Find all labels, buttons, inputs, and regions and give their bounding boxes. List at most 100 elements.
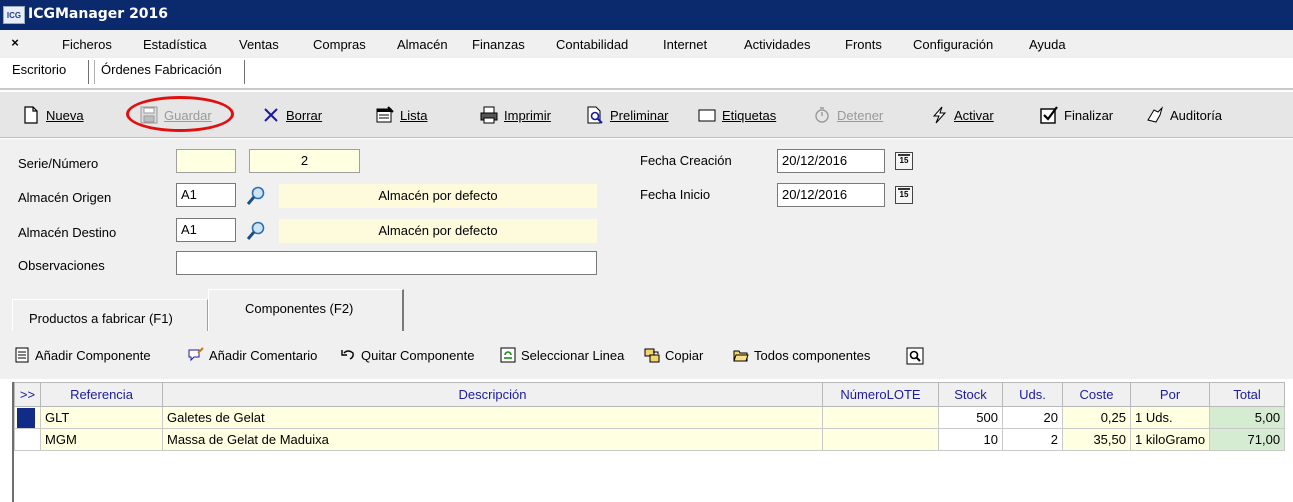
close-icon[interactable]: × xyxy=(8,36,22,50)
menu-actividades[interactable]: Actividades xyxy=(744,37,810,52)
new-document-icon xyxy=(22,106,40,124)
tab-ordenes-fabricacion[interactable]: Órdenes Fabricación xyxy=(101,62,222,77)
add-component-icon xyxy=(14,347,30,363)
undo-arrow-icon xyxy=(340,347,356,363)
column-header-por[interactable]: Por xyxy=(1129,382,1211,407)
menu-almacen[interactable]: Almacén xyxy=(397,37,448,52)
quitar-componente-label: Quitar Componente xyxy=(361,347,475,363)
components-toolbar: Añadir Componente Añadir Comentario Quit… xyxy=(0,331,1293,379)
stopwatch-icon xyxy=(813,106,831,124)
fecha-inicio-input[interactable]: 20/12/2016 xyxy=(777,183,885,207)
quitar-componente-button[interactable]: Quitar Componente xyxy=(340,347,474,363)
finalizar-button[interactable]: Finalizar xyxy=(1040,104,1113,126)
cell-referencia[interactable]: GLT xyxy=(40,406,163,429)
cell-uds[interactable]: 20 xyxy=(1002,406,1063,429)
menu-finanzas[interactable]: Finanzas xyxy=(472,37,525,52)
menu-fronts[interactable]: Fronts xyxy=(845,37,882,52)
observaciones-input[interactable] xyxy=(176,251,597,275)
anadir-componente-label: Añadir Componente xyxy=(35,347,151,363)
lista-button[interactable]: Lista xyxy=(376,104,427,126)
tab-componentes[interactable]: Componentes (F2) xyxy=(208,289,404,331)
cell-stock[interactable]: 500 xyxy=(938,406,1003,429)
menu-ficheros[interactable]: Ficheros xyxy=(62,37,112,52)
seleccionar-linea-button[interactable]: Seleccionar Linea xyxy=(500,347,624,363)
anadir-comentario-button[interactable]: Añadir Comentario xyxy=(188,347,317,363)
column-header-total[interactable]: Total xyxy=(1209,382,1286,407)
auditoria-button[interactable]: Auditoría xyxy=(1146,104,1222,126)
menu-compras[interactable]: Compras xyxy=(313,37,366,52)
imprimir-label: Imprimir xyxy=(504,107,551,123)
cell-total[interactable]: 71,00 xyxy=(1209,428,1286,451)
copiar-button[interactable]: Copiar xyxy=(644,347,703,363)
column-header-uds[interactable]: Uds. xyxy=(1002,382,1063,407)
numero-input[interactable]: 2 xyxy=(249,149,360,173)
nueva-button[interactable]: Nueva xyxy=(22,104,84,126)
cell-descripcion[interactable]: Galetes de Gelat xyxy=(162,406,823,429)
borrar-label: Borrar xyxy=(286,107,323,123)
tab-productos-label: Productos a fabricar (F1) xyxy=(29,311,173,326)
preliminar-button[interactable]: Preliminar xyxy=(586,104,669,126)
table-row[interactable]: MGM Massa de Gelat de Maduixa 10 2 35,50… xyxy=(14,428,1286,451)
detener-label: Detener xyxy=(837,107,884,123)
cell-por[interactable]: 1 kiloGramo xyxy=(1129,428,1211,451)
cell-uds[interactable]: 2 xyxy=(1002,428,1063,451)
comment-icon xyxy=(188,347,204,363)
row-selector[interactable] xyxy=(14,406,41,429)
column-header-referencia[interactable]: Referencia xyxy=(40,382,163,407)
borrar-button[interactable]: Borrar xyxy=(262,104,322,126)
cell-referencia[interactable]: MGM xyxy=(40,428,163,451)
almacen-destino-code-input[interactable]: A1 xyxy=(176,218,236,242)
cell-numero-lote[interactable] xyxy=(822,428,939,451)
detener-button[interactable]: Detener xyxy=(813,104,883,126)
todos-componentes-button[interactable]: Todos componentes xyxy=(733,347,870,363)
search-component-button[interactable] xyxy=(906,347,924,365)
anadir-componente-button[interactable]: Añadir Componente xyxy=(14,347,151,363)
almacen-origen-code-input[interactable]: A1 xyxy=(176,183,236,207)
cell-total[interactable]: 5,00 xyxy=(1209,406,1286,429)
magnifier-icon xyxy=(906,347,924,365)
almacen-destino-description: Almacén por defecto xyxy=(279,219,597,243)
tab-separator xyxy=(88,60,89,84)
lista-label: Lista xyxy=(400,107,428,123)
search-icon[interactable] xyxy=(245,185,267,207)
menu-ayuda[interactable]: Ayuda xyxy=(1029,37,1066,52)
cell-stock[interactable]: 10 xyxy=(938,428,1003,451)
row-selector[interactable] xyxy=(14,428,41,451)
column-header-selector[interactable]: >> xyxy=(14,382,41,407)
almacen-origen-label: Almacén Origen xyxy=(18,190,112,205)
cell-coste[interactable]: 35,50 xyxy=(1062,428,1131,451)
menu-configuracion[interactable]: Configuración xyxy=(913,37,993,52)
menu-ventas[interactable]: Ventas xyxy=(239,37,279,52)
serie-input[interactable] xyxy=(176,149,236,173)
serie-numero-label: Serie/Número xyxy=(18,156,99,171)
cell-descripcion[interactable]: Massa de Gelat de Maduixa xyxy=(162,428,823,451)
menu-internet[interactable]: Internet xyxy=(663,37,707,52)
etiquetas-button[interactable]: Etiquetas xyxy=(698,104,776,126)
calendar-icon[interactable]: 15 xyxy=(895,152,913,170)
subtabs-area: Productos a fabricar (F1) Componentes (F… xyxy=(0,289,1293,331)
tab-productos-fabricar[interactable]: Productos a fabricar (F1) xyxy=(12,299,208,331)
activar-button[interactable]: Activar xyxy=(930,104,994,126)
divider xyxy=(0,88,1293,90)
search-icon[interactable] xyxy=(245,220,267,242)
column-header-descripcion[interactable]: Descripción xyxy=(162,382,823,407)
cell-numero-lote[interactable] xyxy=(822,406,939,429)
calendar-icon[interactable]: 15 xyxy=(895,186,913,204)
nueva-label: Nueva xyxy=(46,107,84,123)
imprimir-button[interactable]: Imprimir xyxy=(480,104,551,126)
column-header-stock[interactable]: Stock xyxy=(938,382,1003,407)
column-header-coste[interactable]: Coste xyxy=(1062,382,1131,407)
table-row[interactable]: GLT Galetes de Gelat 500 20 0,25 1 Uds. … xyxy=(14,406,1286,429)
list-icon xyxy=(376,106,394,124)
tab-escritorio[interactable]: Escritorio xyxy=(12,62,66,77)
menu-contabilidad[interactable]: Contabilidad xyxy=(556,37,628,52)
tab-separator xyxy=(94,60,95,84)
cell-por[interactable]: 1 Uds. xyxy=(1129,406,1211,429)
components-grid: >> Referencia Descripción NúmeroLOTE Sto… xyxy=(12,382,1293,502)
preliminar-label: Preliminar xyxy=(610,107,669,123)
menu-estadistica[interactable]: Estadística xyxy=(143,37,207,52)
column-header-numero-lote[interactable]: NúmeroLOTE xyxy=(822,382,939,407)
fecha-creacion-input[interactable]: 20/12/2016 xyxy=(777,149,885,173)
cell-coste[interactable]: 0,25 xyxy=(1062,406,1131,429)
title-bar: ICG ICGManager 2016 xyxy=(0,0,1293,30)
